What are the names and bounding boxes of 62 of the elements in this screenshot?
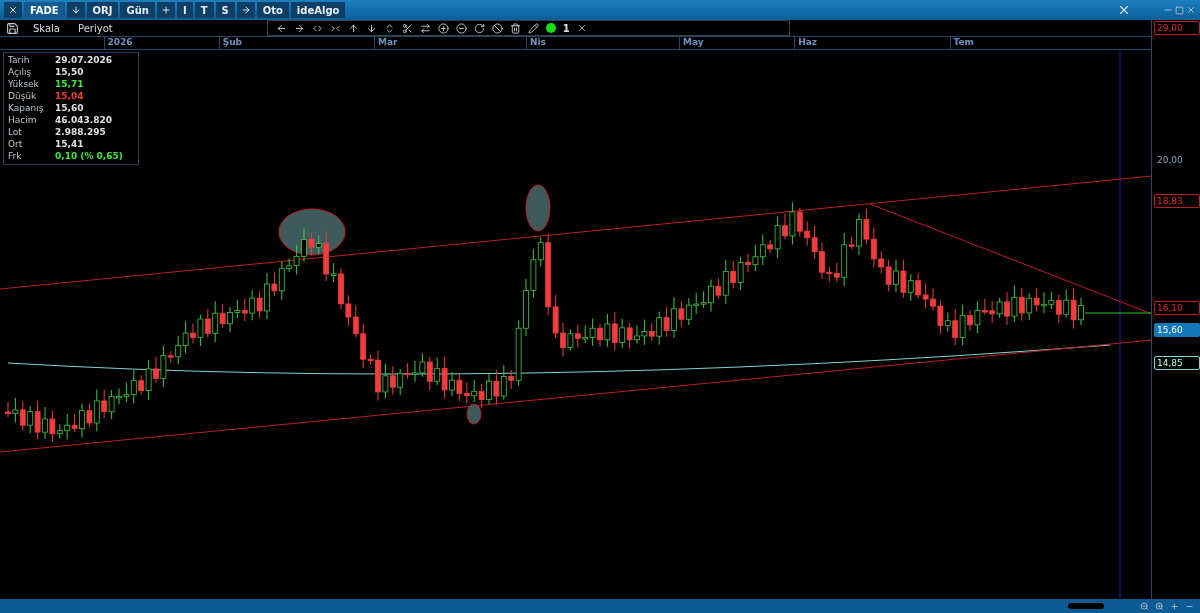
- info-label: Tarih: [8, 55, 31, 66]
- month-label: Nis: [526, 37, 546, 49]
- info-value: 29.07.2026: [55, 55, 113, 66]
- up-arrow-icon[interactable]: [347, 22, 359, 34]
- price-label: 20,00: [1156, 154, 1184, 167]
- status-dot-icon[interactable]: [545, 23, 556, 33]
- pencil-icon[interactable]: [527, 22, 539, 34]
- close-icon[interactable]: [576, 23, 587, 33]
- save-icon[interactable]: [6, 21, 19, 35]
- month-label: Haz: [794, 37, 818, 49]
- info-value: 0,10 (% 0,65): [55, 151, 124, 162]
- price-label: 29,00: [1154, 21, 1200, 35]
- month-label: Tem: [949, 37, 974, 49]
- symbol-tab[interactable]: Gün: [120, 2, 155, 18]
- price-label: 15,60: [1154, 323, 1200, 337]
- symbol-tab[interactable]: T: [194, 2, 214, 18]
- info-label: Açılış: [8, 67, 33, 78]
- ban-icon[interactable]: [491, 22, 503, 34]
- right-arrow-icon[interactable]: [293, 22, 305, 34]
- info-value: 2.988.295: [55, 127, 107, 138]
- info-label: Lot: [8, 127, 23, 138]
- info-value: 15,04: [55, 91, 85, 102]
- info-value: 15,50: [55, 67, 85, 78]
- info-label: Yüksek: [8, 79, 40, 90]
- zoom-in-icon[interactable]: [437, 22, 449, 34]
- info-label: Düşük: [8, 91, 38, 102]
- price-label: 16,10: [1154, 301, 1200, 315]
- symbol-tab[interactable]: FADE: [24, 2, 65, 18]
- scrollbar-thumb[interactable]: [1068, 603, 1104, 609]
- toolbar-button[interactable]: Skala: [29, 22, 64, 34]
- symbol-tab[interactable]: ORJ: [86, 2, 119, 18]
- symbol-tab[interactable]: ideAlgo: [290, 2, 346, 18]
- info-value: 15,71: [55, 79, 85, 90]
- left-arrow-icon[interactable]: [275, 22, 287, 34]
- trash-icon[interactable]: [509, 22, 521, 34]
- info-value: 15,41: [55, 139, 85, 150]
- toolbar-button[interactable]: Periyot: [74, 22, 117, 34]
- drawing-count: 1: [562, 22, 570, 34]
- info-value: 15,60: [55, 103, 85, 114]
- info-value: 46.043.820: [55, 115, 113, 126]
- month-label: May: [679, 37, 704, 49]
- symbol-tab[interactable]: S: [215, 2, 235, 18]
- price-label: 18,83: [1154, 194, 1200, 208]
- scissors-icon[interactable]: [401, 22, 413, 34]
- info-label: Ort: [8, 139, 24, 150]
- swap-icon[interactable]: [419, 22, 431, 34]
- zoom-out-icon[interactable]: [455, 22, 467, 34]
- plus-icon[interactable]: [1170, 601, 1179, 611]
- month-label: Şub: [218, 37, 243, 49]
- info-label: Hacim: [8, 115, 38, 126]
- symbol-tab[interactable]: I: [176, 2, 193, 18]
- info-label: Kapanış: [8, 103, 45, 114]
- refresh-icon[interactable]: [473, 22, 485, 34]
- month-label: 2026: [103, 37, 133, 49]
- price-label: 14,85: [1154, 356, 1200, 370]
- down-arrow-icon[interactable]: [365, 22, 377, 34]
- info-label: Frk: [8, 151, 23, 162]
- symbol-tab[interactable]: Oto: [256, 2, 289, 18]
- close-icon[interactable]: [4, 2, 22, 18]
- plus-icon[interactable]: [156, 2, 175, 18]
- month-label: Mar: [374, 37, 398, 49]
- close-icon[interactable]: [1117, 3, 1131, 17]
